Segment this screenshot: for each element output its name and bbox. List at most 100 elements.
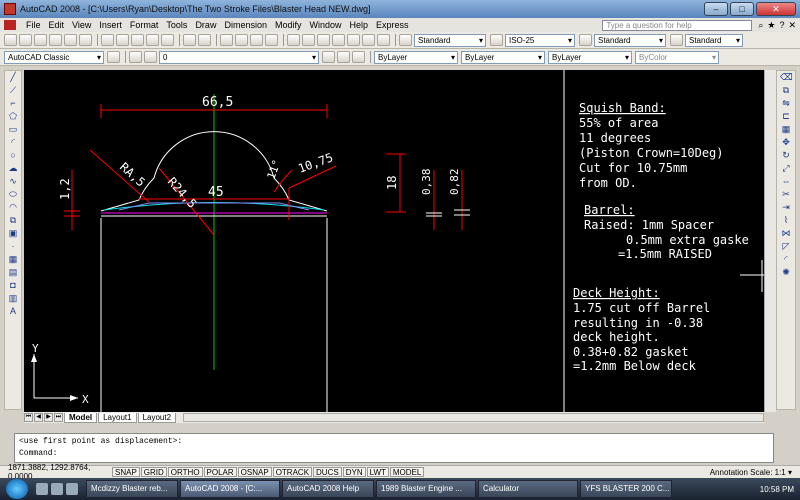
tab-prev-icon[interactable]: ◀ (34, 413, 43, 422)
fillet-icon[interactable]: ◜ (780, 255, 792, 264)
zoom-realtime-icon[interactable] (235, 34, 248, 46)
pan-icon[interactable] (220, 34, 233, 46)
task-button[interactable]: AutoCAD 2008 - [C:... (180, 480, 280, 498)
join-icon[interactable]: ⋈ (780, 229, 792, 238)
layer-previous-icon[interactable] (337, 51, 350, 63)
plot-icon[interactable] (49, 34, 62, 46)
point-icon[interactable]: · (7, 242, 19, 251)
region-icon[interactable]: ◘ (7, 281, 19, 290)
grid-toggle[interactable]: GRID (140, 467, 167, 477)
erase-icon[interactable]: ⌫ (780, 73, 793, 82)
task-button[interactable]: Calculator (478, 480, 578, 498)
tab-model[interactable]: Model (64, 412, 98, 423)
cut-icon[interactable] (101, 34, 114, 46)
table-style-icon[interactable] (579, 34, 592, 46)
mleader-style-icon[interactable] (670, 34, 683, 46)
task-button[interactable]: AutoCAD 2008 Help (282, 480, 374, 498)
menu-view[interactable]: View (68, 20, 95, 30)
extend-icon[interactable]: ⇥ (780, 203, 792, 212)
insert-block-icon[interactable]: ⧉ (7, 216, 19, 225)
task-button[interactable]: YFS BLASTER 200 C... (580, 480, 672, 498)
explode-icon[interactable]: ✺ (780, 268, 792, 277)
menu-draw[interactable]: Draw (191, 20, 220, 30)
workspace-select[interactable]: AutoCAD Classic (4, 50, 104, 64)
polygon-icon[interactable]: ⬠ (7, 112, 19, 121)
zoom-previous-icon[interactable] (265, 34, 278, 46)
table-style-select[interactable]: Standard (594, 33, 666, 47)
star-icon[interactable]: ★ (767, 20, 775, 31)
stretch-icon[interactable]: ⇔ (780, 177, 792, 186)
match-properties-icon[interactable] (146, 34, 159, 46)
dyn-toggle[interactable]: DYN (342, 467, 366, 477)
quicklaunch-icon[interactable] (66, 483, 78, 495)
calculator-icon[interactable] (362, 34, 375, 46)
lineweight-select[interactable]: ByLayer (548, 50, 632, 64)
trim-icon[interactable]: ✂ (780, 190, 792, 199)
lwt-toggle[interactable]: LWT (366, 467, 389, 477)
ellipse-icon[interactable]: ⬭ (7, 190, 19, 199)
drawing-canvas[interactable]: 66,5 45 R24,5 RA,5 11° 10,75 1,2 18 0,38 (24, 70, 764, 412)
menu-window[interactable]: Window (306, 20, 346, 30)
offset-icon[interactable]: ⊏ (780, 112, 792, 121)
menu-tools[interactable]: Tools (162, 20, 191, 30)
break-icon[interactable]: ⌇ (780, 216, 792, 225)
block-editor-icon[interactable] (161, 34, 174, 46)
horizontal-scrollbar[interactable] (183, 413, 764, 422)
hatch-icon[interactable]: ▦ (7, 255, 19, 264)
tab-last-icon[interactable]: ⏭ (54, 413, 63, 422)
tool-palettes-icon[interactable] (317, 34, 330, 46)
layer-select[interactable]: 0 (159, 50, 319, 64)
model-toggle[interactable]: MODEL (389, 467, 425, 477)
tab-first-icon[interactable]: ⏮ (24, 413, 33, 422)
make-block-icon[interactable]: ▣ (7, 229, 19, 238)
paste-icon[interactable] (131, 34, 144, 46)
dim-style-icon[interactable] (490, 34, 503, 46)
doc-close-icon[interactable]: ✕ (788, 20, 796, 31)
maximize-button[interactable]: □ (730, 2, 754, 16)
osnap-toggle[interactable]: OSNAP (237, 467, 272, 477)
publish-icon[interactable] (79, 34, 92, 46)
new-icon[interactable] (4, 34, 17, 46)
line-icon[interactable]: ╱ (7, 73, 19, 82)
markup-icon[interactable] (347, 34, 360, 46)
revision-cloud-icon[interactable]: ☁ (7, 164, 19, 173)
text-style-icon[interactable] (399, 34, 412, 46)
polyline-icon[interactable]: ⌐ (7, 99, 19, 108)
dim-style-select[interactable]: ISO-25 (505, 33, 575, 47)
autocad-app-icon[interactable] (4, 3, 16, 15)
array-icon[interactable]: ▦ (780, 125, 792, 134)
polar-toggle[interactable]: POLAR (203, 467, 237, 477)
document-icon[interactable] (4, 20, 16, 30)
move-icon[interactable]: ✥ (780, 138, 792, 147)
text-style-select[interactable]: Standard (414, 33, 486, 47)
menu-express[interactable]: Express (372, 20, 413, 30)
ellipse-arc-icon[interactable]: ◠ (7, 203, 19, 212)
linetype-select[interactable]: ByLayer (461, 50, 545, 64)
multiline-text-icon[interactable]: A (7, 307, 19, 316)
mleader-style-select[interactable]: Standard (685, 33, 743, 47)
tab-layout1[interactable]: Layout1 (98, 412, 137, 423)
gradient-icon[interactable]: ▤ (7, 268, 19, 277)
make-current-layer-icon[interactable] (322, 51, 335, 63)
layer-states-icon[interactable] (352, 51, 365, 63)
color-select[interactable]: ByLayer (374, 50, 458, 64)
table-icon[interactable]: ▥ (7, 294, 19, 303)
plotstyle-select[interactable]: ByColor (635, 50, 719, 64)
help-icon[interactable]: ? (779, 20, 784, 31)
help-toolbar-icon[interactable] (377, 34, 390, 46)
menu-file[interactable]: File (22, 20, 45, 30)
snap-toggle[interactable]: SNAP (112, 467, 140, 477)
layer-on-icon[interactable] (144, 51, 157, 63)
menu-format[interactable]: Format (126, 20, 163, 30)
task-button[interactable]: 1989 Blaster Engine ... (376, 480, 476, 498)
sheet-set-icon[interactable] (332, 34, 345, 46)
undo-icon[interactable] (183, 34, 196, 46)
copy-icon[interactable] (116, 34, 129, 46)
close-button[interactable]: ✕ (756, 2, 796, 16)
otrack-toggle[interactable]: OTRACK (272, 467, 313, 477)
properties-icon[interactable] (287, 34, 300, 46)
menu-modify[interactable]: Modify (271, 20, 306, 30)
search-icon[interactable]: ⌕ (758, 20, 763, 31)
help-search-input[interactable]: Type a question for help (602, 19, 753, 31)
copy-object-icon[interactable]: ⧉ (780, 86, 792, 95)
